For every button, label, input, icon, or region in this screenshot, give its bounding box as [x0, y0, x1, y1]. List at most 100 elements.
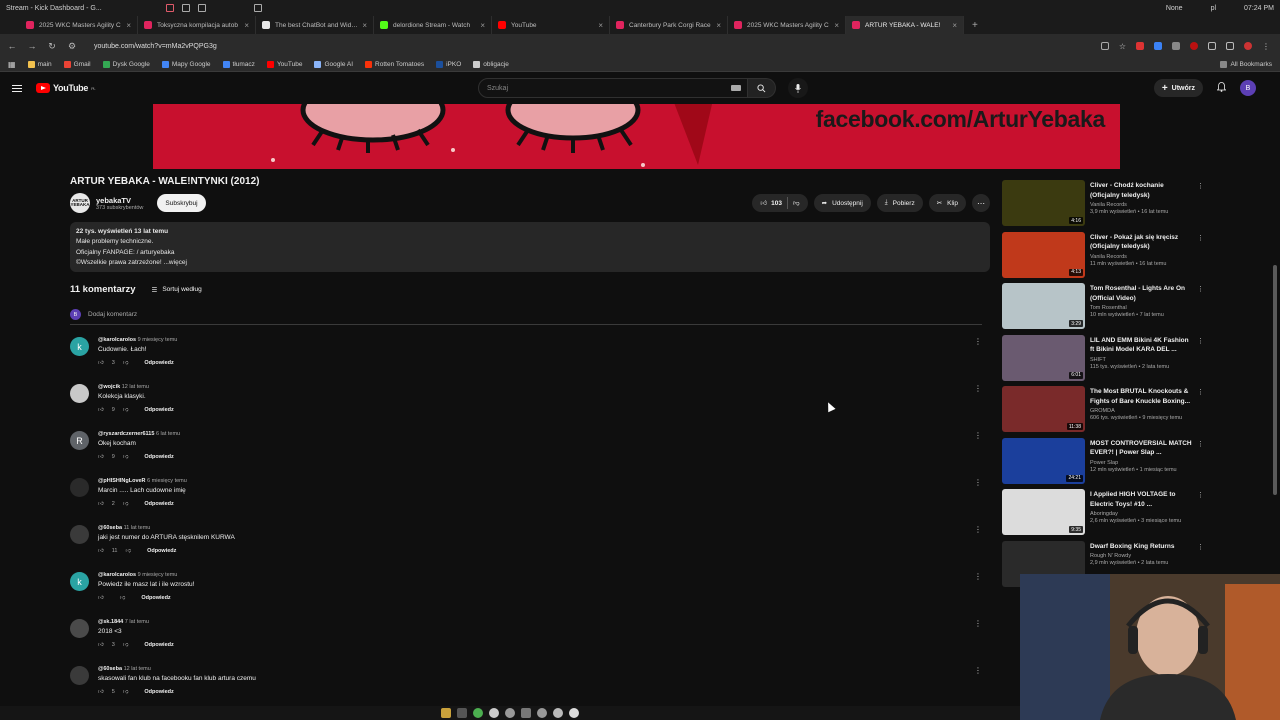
bookmark-item[interactable]: iPKO [436, 61, 461, 68]
recommended-channel[interactable]: Vanila Records [1090, 202, 1194, 208]
recommended-more-icon[interactable]: ⋮ [1197, 337, 1204, 345]
comment-author[interactable]: @wojcik [98, 384, 120, 390]
obs-icon[interactable] [505, 708, 515, 718]
site-info-icon[interactable]: ⚙ [66, 41, 78, 52]
recommended-video[interactable]: 3:29 Tom Rosenthal - Lights Are On (Offi… [1002, 283, 1204, 331]
recommended-channel[interactable]: Tom Rosenthal [1090, 305, 1194, 311]
bookmark-item[interactable]: Google AI [314, 61, 353, 68]
chrome-icon[interactable] [489, 708, 499, 718]
browser-tab[interactable]: Canterbury Park Corgi Race × [610, 16, 728, 34]
subscribe-button[interactable]: Subskrybuj [157, 194, 206, 212]
recommended-title[interactable]: The Most BRUTAL Knockouts & Fights of Ba… [1090, 387, 1194, 406]
recommended-video[interactable]: 4:16 Cliver - Chodź kochanie (Oficjalny … [1002, 180, 1204, 228]
comment-time[interactable]: 11 lat temu [124, 525, 151, 531]
comment-dislike-button[interactable]: 👎︎ [120, 595, 126, 601]
description-box[interactable]: 22 tys. wyświetleń 13 lat temu Małe prob… [70, 222, 990, 272]
extensions-puzzle-icon[interactable] [1208, 42, 1216, 50]
comment-author[interactable]: @karolcarolos [98, 572, 136, 578]
comment-like-button[interactable]: 👍︎ [98, 407, 104, 413]
voice-search-button[interactable] [788, 78, 808, 98]
recommended-more-icon[interactable]: ⋮ [1197, 440, 1204, 448]
comment-reply-button[interactable]: Odpowiedz [144, 360, 173, 366]
comment-dislike-button[interactable]: 👎︎ [123, 689, 129, 695]
recommended-video[interactable]: 6:01 LIL AND EMM Bikini 4K Fashion ft Bi… [1002, 334, 1204, 383]
comment-author[interactable]: @sk.1844 [98, 619, 123, 625]
comment-reply-button[interactable]: Odpowiedz [144, 689, 173, 695]
discord-icon[interactable] [521, 708, 531, 718]
create-button[interactable]: + Utwórz [1153, 79, 1203, 97]
recommended-title[interactable]: Dwarf Boxing King Returns [1090, 542, 1194, 552]
recommended-channel[interactable]: SHIFT [1090, 357, 1194, 363]
like-button[interactable]: 👍︎ 103 [760, 199, 782, 208]
pen-icon[interactable] [254, 4, 262, 12]
tab-close-icon[interactable]: × [480, 21, 485, 30]
comment-more-icon[interactable]: ⋮ [974, 666, 982, 675]
recommended-title[interactable]: I Applied HIGH VOLTAGE to Electric Toys!… [1090, 490, 1194, 509]
video-thumbnail[interactable]: 3:29 [1002, 283, 1085, 329]
terminal-icon[interactable] [457, 708, 467, 718]
recommended-video[interactable]: 4:13 Cliver - Pokaż jak się kręcisz (Ofi… [1002, 231, 1204, 280]
comment-like-button[interactable]: 👍︎ [98, 501, 104, 507]
comment-like-button[interactable]: 👍︎ [98, 595, 104, 601]
channel-name[interactable]: yebakaTV [96, 196, 143, 205]
comment-avatar[interactable] [70, 666, 89, 685]
recommended-more-icon[interactable]: ⋮ [1197, 388, 1204, 396]
comment-dislike-button[interactable]: 👎︎ [123, 407, 129, 413]
comment-author[interactable]: @pHISHINgLoveR [98, 478, 146, 484]
address-bar[interactable]: youtube.com/watch?v=mMa2vPQPG3g [86, 37, 1093, 55]
video-player[interactable]: facebook.com/ArturYebaka [153, 104, 1120, 169]
recommended-channel[interactable]: GROMDA [1090, 408, 1194, 414]
sidepanel-icon[interactable] [1226, 42, 1234, 50]
sort-comments-button[interactable]: ☰ Sortuj według [151, 286, 201, 294]
video-thumbnail[interactable]: 9:35 [1002, 489, 1085, 535]
recommended-channel[interactable]: Rough N' Rowdy [1090, 553, 1194, 559]
video-thumbnail[interactable]: 4:13 [1002, 231, 1085, 278]
more-actions-icon[interactable]: ⋯ [972, 194, 990, 212]
comment-like-button[interactable]: 👍︎ [98, 642, 104, 648]
app-icon[interactable] [553, 708, 563, 718]
clock[interactable]: 07:24 PM [1244, 5, 1274, 12]
comment-reply-button[interactable]: Odpowiedz [144, 501, 173, 507]
comment-more-icon[interactable]: ⋮ [974, 572, 982, 581]
comment-dislike-button[interactable]: 👎︎ [123, 642, 129, 648]
comment-reply-button[interactable]: Odpowiedz [144, 454, 173, 460]
recommended-title[interactable]: Cliver - Pokaż jak się kręcisz (Oficjaln… [1090, 233, 1194, 252]
browser-tab[interactable]: YouTube × [492, 16, 610, 34]
dislike-button[interactable]: 👎︎ [793, 199, 800, 207]
download-button[interactable]: ⤓ Pobierz [876, 194, 923, 212]
comment-like-button[interactable]: 👍︎ [98, 454, 104, 460]
tab-close-icon[interactable]: × [126, 21, 131, 30]
tab-close-icon[interactable]: × [244, 21, 249, 30]
comment-dislike-button[interactable]: 👎︎ [123, 501, 129, 507]
comment-avatar[interactable]: R [70, 431, 89, 450]
back-icon[interactable]: ← [6, 41, 18, 51]
channel-avatar[interactable]: ARTUR YEBAKA [70, 193, 90, 213]
extension-red-icon[interactable] [1136, 42, 1144, 50]
browser-tab[interactable]: The best ChatBot and Widge × [256, 16, 374, 34]
youtube-logo[interactable]: YouTube PL [36, 83, 96, 93]
bookmark-item[interactable]: YouTube [266, 61, 302, 68]
bookmark-item[interactable]: main [27, 61, 52, 68]
recommended-more-icon[interactable]: ⋮ [1197, 543, 1204, 551]
comment-reply-button[interactable]: Odpowiedz [141, 595, 170, 601]
browser-icon[interactable] [473, 708, 483, 718]
extension-blue-icon[interactable] [1154, 42, 1162, 50]
keyboard-icon[interactable] [731, 85, 741, 91]
comment-more-icon[interactable]: ⋮ [974, 337, 982, 346]
comment-time[interactable]: 6 miesięcy temu [147, 478, 187, 484]
profile-icon[interactable] [1244, 42, 1252, 50]
bookmark-item[interactable]: Dysk Google [102, 61, 150, 68]
video-thumbnail[interactable]: 11:38 [1002, 386, 1085, 432]
comment-like-button[interactable]: 👍︎ [98, 689, 104, 695]
comment-like-button[interactable]: 👍︎ [98, 548, 104, 554]
tray-none-label[interactable]: None [1166, 5, 1183, 12]
comment-avatar[interactable]: k [70, 337, 89, 356]
extension-red2-icon[interactable] [1190, 42, 1198, 50]
video-thumbnail[interactable]: 6:01 [1002, 334, 1085, 381]
comment-dislike-button[interactable]: 👎︎ [123, 454, 129, 460]
comment-more-icon[interactable]: ⋮ [974, 619, 982, 628]
cast-icon[interactable] [1100, 42, 1109, 50]
comment-like-button[interactable]: 👍︎ [98, 360, 104, 366]
comment-time[interactable]: 7 lat temu [125, 619, 149, 625]
browser-tab[interactable]: 2025 WKC Masters Agility C × [728, 16, 846, 34]
